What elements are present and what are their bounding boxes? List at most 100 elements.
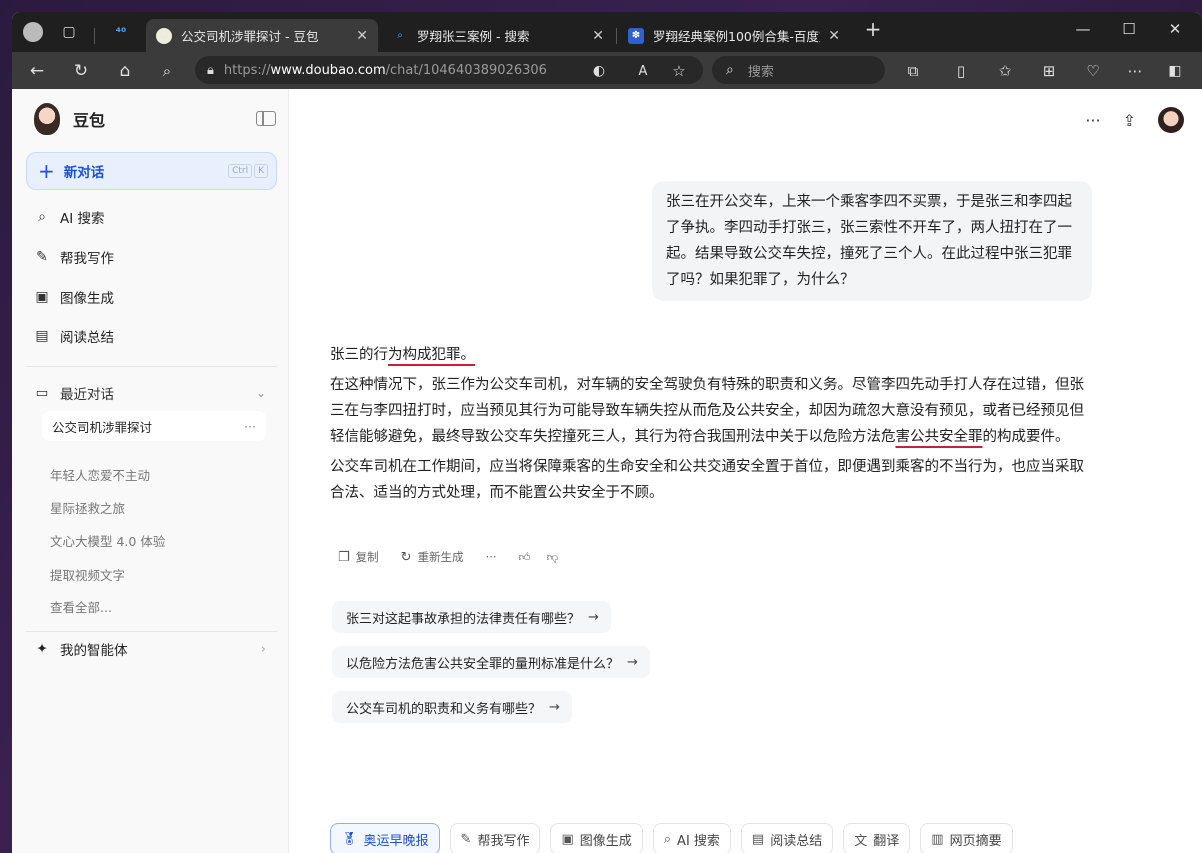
- read-aloud-icon[interactable]: A: [630, 59, 656, 83]
- sidebar-toggle-icon[interactable]: ◧: [1162, 59, 1188, 83]
- doubao-app: 豆包 + 新对话 Ctrl K ⌕ AI 搜索 ✎ 帮我写作 ▣ 图像生成 ▤ …: [12, 89, 1202, 853]
- more-menu-icon[interactable]: ⋯: [1122, 59, 1148, 83]
- favorites-icon[interactable]: ✩: [992, 59, 1018, 83]
- tab-title: 罗翔张三案例 - 搜索: [417, 29, 530, 44]
- tool-ai-search[interactable]: ⌕ AI 搜索: [652, 823, 731, 853]
- recent-item-label: 公交司机涉罪探讨: [52, 419, 153, 435]
- more-icon[interactable]: ···: [1085, 111, 1100, 130]
- chat-bubble-icon: ▭: [35, 385, 49, 401]
- thumbs-down-icon[interactable]: 👎︎: [547, 550, 559, 565]
- sidebar: 豆包 + 新对话 Ctrl K ⌕ AI 搜索 ✎ 帮我写作 ▣ 图像生成 ▤ …: [12, 89, 289, 853]
- copy-icon: ❐: [338, 549, 350, 565]
- suggestion-chip[interactable]: 公交车司机的职责和义务有哪些？ →: [332, 691, 572, 723]
- close-tab-icon[interactable]: ✕: [356, 28, 368, 44]
- suggestion-chip[interactable]: 以危险方法危害公共安全罪的量刑标准是什么？ →: [332, 646, 650, 678]
- suggestion-chip[interactable]: 张三对这起事故承担的法律责任有哪些？ →: [332, 601, 611, 633]
- arrow-right-icon: →: [627, 654, 638, 670]
- tab-search[interactable]: ⌕ 罗翔张三案例 - 搜索 ✕: [382, 19, 614, 52]
- copy-button[interactable]: ❐ 复制: [338, 549, 379, 565]
- answer-actions: ❐ 复制 ↻ 重新生成 ··· 👍︎ 👎︎: [338, 549, 580, 565]
- back-icon[interactable]: ←: [24, 59, 50, 83]
- url-host: www.doubao.com: [270, 62, 386, 78]
- brand[interactable]: 豆包: [34, 103, 105, 135]
- refresh-icon: ↻: [400, 549, 412, 565]
- recent-item[interactable]: 年轻人恋爱不主动: [50, 465, 150, 484]
- recent-header[interactable]: ▭ 最近对话 ⌄: [34, 383, 266, 403]
- kbd-ctrl: Ctrl: [228, 164, 253, 178]
- search-placeholder: 搜索: [747, 64, 774, 80]
- tool-reader[interactable]: ▤ 阅读总结: [740, 823, 834, 853]
- split-screen-icon[interactable]: ▯: [948, 59, 974, 83]
- tool-writing[interactable]: ✎ 帮我写作: [449, 823, 541, 853]
- recent-title: 最近对话: [60, 387, 114, 403]
- tab-bar: ▢ ⁴⁰ ☺ 公交司机涉罪探讨 - 豆包 ✕ ⌕ 罗翔张三案例 - 搜索 ✕ ✽…: [12, 12, 1202, 52]
- close-tab-icon[interactable]: ✕: [592, 28, 604, 44]
- ai-search-icon: ⌕: [663, 831, 672, 847]
- home-icon[interactable]: ⌂: [112, 59, 138, 83]
- profile-icon[interactable]: [22, 21, 44, 43]
- url-field[interactable]: 🔒︎ https://www.doubao.com/chat/104640389…: [195, 56, 703, 84]
- url-prefix: https://: [223, 62, 271, 78]
- heart-rate-icon[interactable]: ♡: [1080, 59, 1106, 83]
- recent-item[interactable]: 提取视频文字: [50, 565, 125, 584]
- answer-p1-c: 的构成要件。: [982, 429, 1070, 445]
- regenerate-button[interactable]: ↻ 重新生成: [401, 549, 464, 565]
- answer-p1-b: 害公共安全罪: [895, 429, 983, 445]
- sidebar-item-label: 图像生成: [60, 291, 114, 307]
- top-actions: ··· ⇪: [1085, 107, 1184, 133]
- close-window-button[interactable]: ✕: [1160, 20, 1190, 38]
- minimize-button[interactable]: —: [1068, 20, 1098, 38]
- answer-lead-a: 张三的行: [330, 347, 388, 363]
- tool-label: 奥运早晚报: [363, 833, 429, 849]
- search-box[interactable]: ⌕ 搜索: [712, 56, 885, 84]
- collections-icon[interactable]: ⊞: [1036, 59, 1062, 83]
- tab-title: 罗翔经典案例100例合集-百度文库: [653, 29, 820, 44]
- share-icon[interactable]: ⇪: [1123, 111, 1136, 130]
- url-path: /chat/104640389026306: [385, 62, 547, 78]
- new-tab-button[interactable]: +: [858, 17, 888, 41]
- copilot-icon[interactable]: ⁴⁰: [110, 21, 132, 43]
- recent-item[interactable]: 星际拯救之旅: [50, 498, 125, 517]
- tool-label: 帮我写作: [477, 833, 530, 849]
- my-agents[interactable]: ✦ 我的智能体 ›: [34, 639, 266, 659]
- tab-title: 公交司机涉罪探讨 - 豆包: [181, 29, 319, 44]
- thumbs-up-icon[interactable]: 👍︎: [519, 550, 531, 565]
- sidebar-item-ai-search[interactable]: ⌕ AI 搜索: [34, 207, 105, 227]
- shortcut-hint: Ctrl K: [228, 164, 268, 178]
- search-icon[interactable]: ⌕: [154, 59, 180, 83]
- regenerate-label: 重新生成: [417, 550, 464, 564]
- view-all-link[interactable]: 查看全部...: [50, 597, 112, 616]
- suggestion-label: 张三对这起事故承担的法律责任有哪些？: [346, 611, 581, 627]
- extensions-icon[interactable]: ⧉: [900, 59, 926, 83]
- more-actions-icon[interactable]: ···: [486, 550, 497, 564]
- sidebar-item-writing[interactable]: ✎ 帮我写作: [34, 247, 114, 267]
- recent-item[interactable]: 文心大模型 4.0 体验: [50, 531, 165, 550]
- collapse-sidebar-icon[interactable]: [256, 111, 276, 126]
- recent-item-active[interactable]: 公交司机涉罪探讨 ···: [42, 411, 266, 441]
- edge-icon[interactable]: ◐: [586, 59, 612, 83]
- tool-image[interactable]: ▣ 图像生成: [550, 823, 643, 853]
- sidebar-item-label: AI 搜索: [60, 211, 105, 227]
- chat-main: ··· ⇪ 张三在开公交车，上来一个乘客李四不买票，于是张三和李四起了争执。李四…: [290, 89, 1202, 853]
- close-tab-icon[interactable]: ✕: [828, 28, 840, 44]
- tool-label: 阅读总结: [770, 833, 823, 849]
- tool-olympics-news[interactable]: 🏅︎ 奥运早晚报: [330, 823, 440, 853]
- tab-wenku[interactable]: ✽ 罗翔经典案例100例合集-百度文库 ✕: [618, 19, 850, 52]
- more-icon[interactable]: ···: [244, 419, 256, 434]
- reader-icon: ▤: [751, 831, 765, 847]
- copy-label: 复制: [355, 550, 379, 564]
- tool-label: AI 搜索: [677, 833, 720, 849]
- favorite-star-icon[interactable]: ☆: [666, 59, 692, 83]
- workspaces-icon[interactable]: ▢: [58, 21, 80, 43]
- refresh-icon[interactable]: ↻: [68, 59, 94, 83]
- search-favicon: ⌕: [397, 30, 403, 41]
- maximize-button[interactable]: ☐: [1114, 20, 1144, 38]
- tool-translate[interactable]: 文 翻译: [843, 823, 911, 853]
- new-chat-button[interactable]: + 新对话 Ctrl K: [26, 152, 277, 190]
- baidu-favicon: ✽: [628, 27, 644, 44]
- user-avatar[interactable]: [1158, 107, 1184, 133]
- sidebar-item-image[interactable]: ▣ 图像生成: [34, 287, 114, 307]
- tab-doubao[interactable]: ☺ 公交司机涉罪探讨 - 豆包 ✕: [146, 19, 378, 52]
- tool-page-summary[interactable]: ▥ 网页摘要: [920, 823, 1013, 853]
- sidebar-item-reader[interactable]: ▤ 阅读总结: [34, 326, 114, 346]
